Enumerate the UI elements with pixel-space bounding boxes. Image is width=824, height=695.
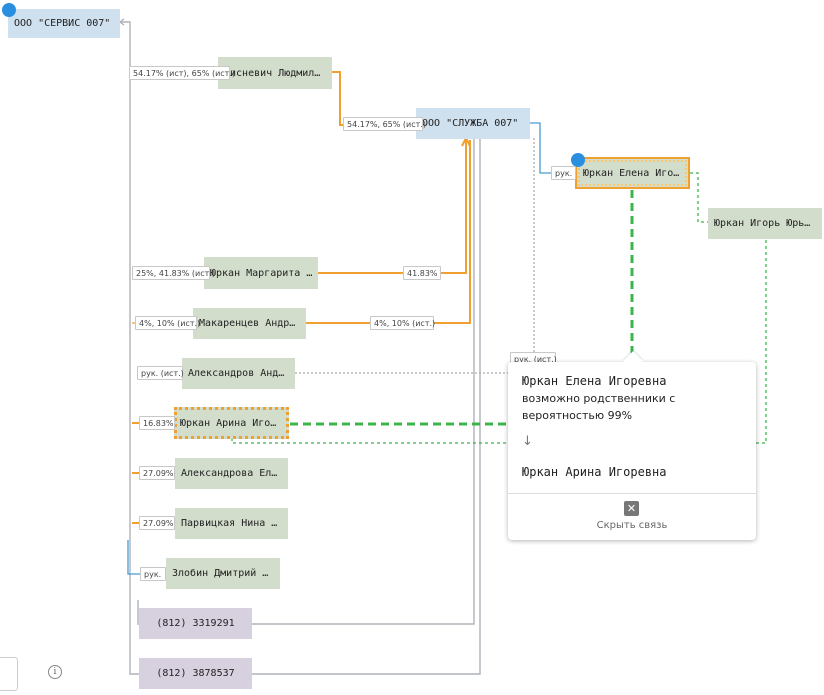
popup-divider — [508, 493, 756, 494]
relation-popup: Юркан Елена Игоревна возможно родственни… — [508, 362, 756, 540]
selection-marker-elena[interactable] — [571, 153, 585, 167]
node-aleksandrov[interactable]: Александров Анд… — [182, 358, 295, 389]
label-margarita-left: 25%, 41.83% (ист.) — [132, 266, 215, 280]
popup-relation-text: возможно родственники с вероятностью 99% — [522, 392, 676, 422]
label-lisnevich-servis: 54.17% (ист), 65% (ист.) — [129, 66, 235, 80]
label-aleksandrov-ruk: рук. (ист.) — [137, 366, 184, 380]
label-parvitskaya-share: 27.09% — [139, 516, 175, 530]
links-layer — [118, 18, 767, 675]
label-makarentsev-right: 4%, 10% (ист.) — [370, 316, 435, 330]
popup-from-name: Юркан Елена Игоревна — [522, 374, 667, 388]
node-yurkan-margarita[interactable]: Юркан Маргарита … — [204, 257, 318, 289]
close-icon[interactable]: ✕ — [624, 501, 639, 516]
link-kin-elena-igor — [690, 172, 708, 223]
link-margarita-sluzhba — [318, 140, 467, 274]
arrow-down-icon: ↓ — [522, 434, 533, 449]
selection-marker[interactable] — [2, 3, 16, 17]
node-zlobin[interactable]: Злобин Дмитрий … — [166, 558, 280, 589]
label-elena-ruk: рук. — [551, 166, 576, 180]
label-makarentsev-left: 4%, 10% (ист.) — [135, 316, 200, 330]
node-phone1[interactable]: (812) 3319291 — [139, 608, 252, 639]
label-aleksandrova-share: 27.09% — [139, 466, 175, 480]
node-sluzhba[interactable]: ООО "СЛУЖБА 007" — [416, 108, 530, 139]
label-arina-share: 16.83% — [139, 416, 175, 430]
node-yurkan-elena[interactable]: Юркан Елена Иго… — [575, 157, 690, 189]
label-zlobin-ruk: рук. — [140, 567, 166, 581]
link-phone2-sluzhba — [252, 138, 481, 675]
zoom-control[interactable] — [0, 657, 18, 691]
node-aleksandrova[interactable]: Александрова Ел… — [175, 458, 288, 489]
hide-link-button[interactable]: Скрыть связь — [508, 520, 756, 531]
info-icon[interactable]: i — [48, 665, 62, 679]
node-makarentsev[interactable]: Макаренцев Андр… — [193, 308, 306, 339]
link-makarentsev-sluzhba — [306, 140, 471, 324]
node-lisnevich[interactable]: Лисневич Людмил… — [218, 57, 332, 89]
label-lisnevich-sluzhba: 54.17%, 65% (ист.) — [343, 117, 426, 131]
node-yurkan-igor[interactable]: Юркан Игорь Юрь… — [708, 208, 822, 239]
label-margarita-right: 41.83% — [403, 266, 441, 280]
popup-to-name: Юркан Арина Игоревна — [522, 465, 667, 479]
node-parvitskaya[interactable]: Парвицкая Нина … — [175, 508, 288, 539]
node-phone2[interactable]: (812) 3878537 — [139, 658, 252, 689]
node-yurkan-arina[interactable]: Юркан Арина Иго… — [174, 407, 289, 439]
link-kin-igor-arina — [756, 240, 767, 444]
node-servis[interactable]: ООО "СЕРВИС 007" — [8, 9, 120, 38]
